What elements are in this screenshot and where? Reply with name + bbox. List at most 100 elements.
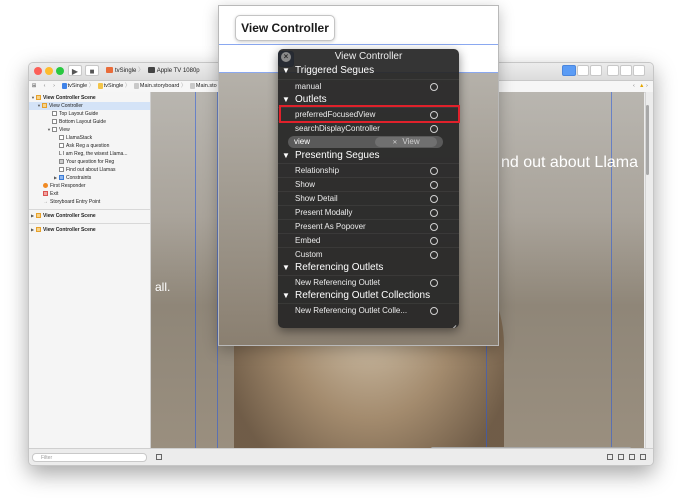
close-window-button[interactable]: [34, 67, 42, 75]
jumpbar-item-label: tvSingle: [67, 83, 88, 89]
zoom-window-button[interactable]: [56, 67, 64, 75]
outline-item-find-out[interactable]: Find out about Llamas: [59, 166, 115, 174]
button-icon: [59, 167, 64, 173]
outline-item-label: View Controller: [49, 103, 83, 109]
segue-show[interactable]: Show: [278, 177, 459, 191]
segue-show-detail[interactable]: Show Detail: [278, 191, 459, 205]
outline-item-ask-reg[interactable]: Ask Reg a question: [59, 142, 109, 150]
outline-item-label: L I am Reg, the wisest Llama...: [59, 151, 128, 157]
minimize-window-button[interactable]: [45, 67, 53, 75]
warning-icon[interactable]: ▲: [639, 81, 644, 92]
stack-view-icon: [59, 135, 64, 141]
toggle-outline-button[interactable]: [156, 454, 162, 460]
item-label: Relationship: [295, 166, 340, 175]
constraints-icon: [59, 175, 64, 181]
outline-item-label: Ask Reg a question: [66, 143, 110, 149]
scheme-selector[interactable]: tvSingle 〉 Apple TV 1080p: [104, 65, 200, 77]
connection-circle-icon[interactable]: [430, 83, 438, 91]
stop-icon: ■: [89, 67, 95, 76]
connection-circle-icon[interactable]: [430, 125, 438, 133]
outline-item-first-responder[interactable]: First Responder: [43, 182, 86, 190]
disclosure-open-icon: ▼: [282, 291, 290, 300]
jumpbar-back-icon[interactable]: ‹: [633, 81, 635, 92]
outline-item-label: Constraints: [66, 175, 92, 181]
segue-manual[interactable]: manual: [278, 79, 459, 93]
segue-present-as-popover[interactable]: Present As Popover: [278, 219, 459, 233]
find-out-button-text[interactable]: nd out about Llama: [501, 154, 638, 172]
jumpbar-item-group[interactable]: tvSingle: [96, 81, 123, 92]
stack-button[interactable]: [607, 454, 613, 460]
jumpbar-item-storyboard-base[interactable]: Main.sto: [188, 81, 217, 92]
vertical-scrollbar[interactable]: [646, 105, 649, 175]
hud-title: View Controller: [334, 51, 403, 62]
connection-circle-icon[interactable]: [430, 195, 438, 203]
run-button[interactable]: ▶: [68, 65, 82, 76]
close-icon[interactable]: ×: [281, 52, 291, 62]
version-editor-button[interactable]: [590, 65, 602, 76]
jumpbar-item-label: Main.sto: [195, 83, 217, 89]
resize-grip-icon[interactable]: [448, 317, 457, 328]
outline-item-top-layout-guide[interactable]: Top Layout Guide: [52, 110, 98, 118]
standard-editor-button[interactable]: [562, 65, 576, 76]
item-label: Show: [295, 180, 316, 189]
section-referencing-outlet-collections[interactable]: ▼ Referencing Outlet Collections: [278, 289, 459, 303]
stop-button[interactable]: ■: [85, 65, 99, 76]
outlet-search-display-controller[interactable]: searchDisplayController: [278, 121, 459, 135]
outline-item-scene[interactable]: ▼ View Controller Scene: [31, 94, 96, 102]
scene-icon: [36, 227, 41, 233]
connection-circle-icon[interactable]: [430, 167, 438, 175]
entry-arrow-icon: →: [43, 199, 48, 205]
assistant-editor-button[interactable]: [577, 65, 589, 76]
outline-item-scene-3[interactable]: ▶ View Controller Scene: [31, 226, 96, 234]
jumpbar-item-storyboard[interactable]: Main.storyboard: [132, 81, 179, 92]
back-button[interactable]: ‹: [41, 81, 49, 92]
outline-filter-field[interactable]: Filter: [32, 453, 147, 462]
forward-button[interactable]: ›: [50, 81, 58, 92]
outline-item-label: Storyboard Entry Point: [50, 199, 101, 205]
connection-circle-icon[interactable]: [430, 251, 438, 259]
outline-item-llamastack[interactable]: LlamaStack: [59, 134, 92, 142]
outline-item-question-field[interactable]: Your question for Reg: [59, 158, 114, 166]
outline-item-label: LlamaStack: [66, 135, 93, 141]
outline-item-view-controller[interactable]: ▼ View Controller: [29, 102, 150, 110]
segue-relationship[interactable]: Relationship: [278, 163, 459, 177]
outline-item-constraints[interactable]: ▶ Constraints: [54, 174, 91, 182]
connection-circle-icon[interactable]: [430, 209, 438, 217]
connection-circle-icon[interactable]: [430, 279, 438, 287]
outline-item-entry-point[interactable]: → Storyboard Entry Point: [43, 198, 100, 206]
segue-embed[interactable]: Embed: [278, 233, 459, 247]
connection-circle-icon[interactable]: [430, 237, 438, 245]
jumpbar-forward-icon[interactable]: ›: [646, 81, 648, 92]
segue-present-modally[interactable]: Present Modally: [278, 205, 459, 219]
related-items-icon[interactable]: ⊞: [29, 81, 39, 92]
segue-custom[interactable]: Custom: [278, 247, 459, 261]
align-button[interactable]: [618, 454, 624, 460]
outline-item-scene-2[interactable]: ▶ View Controller Scene: [31, 212, 96, 220]
outline-item-bottom-layout-guide[interactable]: Bottom Layout Guide: [52, 118, 106, 126]
toggle-utilities-button[interactable]: [633, 65, 645, 76]
connected-outlet-pill: view ✕ View: [288, 136, 443, 148]
new-referencing-outlet-collection[interactable]: New Referencing Outlet Colle...: [278, 303, 459, 317]
section-triggered-segues[interactable]: ▼ Triggered Segues: [278, 64, 459, 78]
view-icon: [52, 127, 57, 133]
jumpbar-separator-icon: 〉: [88, 83, 95, 89]
toggle-debug-area-button[interactable]: [620, 65, 632, 76]
outline-item-view[interactable]: ▼ View: [47, 126, 70, 134]
connection-circle-icon[interactable]: [430, 181, 438, 189]
layout-guide-line: [195, 92, 196, 448]
disconnect-icon[interactable]: ✕: [392, 140, 397, 146]
toggle-navigator-button[interactable]: [607, 65, 619, 76]
outline-item-exit[interactable]: Exit: [43, 190, 58, 198]
folder-icon: [97, 82, 103, 89]
connection-circle-icon[interactable]: [430, 223, 438, 231]
section-presenting-segues[interactable]: ▼ Presenting Segues: [278, 149, 459, 163]
connection-circle-icon[interactable]: [430, 307, 438, 315]
resolve-issues-button[interactable]: [640, 454, 646, 460]
outline-item-label-reg[interactable]: L I am Reg, the wisest Llama...: [59, 150, 127, 158]
new-referencing-outlet[interactable]: New Referencing Outlet: [278, 275, 459, 289]
outlet-target[interactable]: ✕ View: [375, 137, 437, 147]
outlet-view-connection[interactable]: view ✕ View: [278, 135, 459, 149]
pin-button[interactable]: [629, 454, 635, 460]
section-referencing-outlets[interactable]: ▼ Referencing Outlets: [278, 261, 459, 275]
jumpbar-item-project[interactable]: tvSingle: [60, 81, 88, 92]
